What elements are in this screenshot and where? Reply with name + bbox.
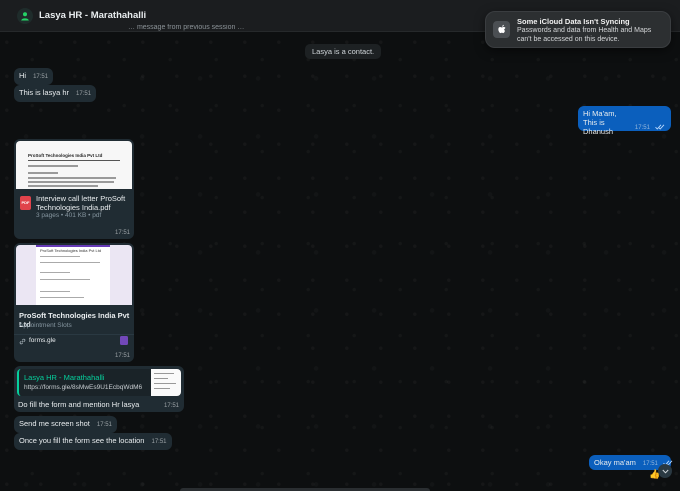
google-forms-icon bbox=[120, 336, 128, 345]
quoted-url: https://forms.gle/8sMwEs9U1EcbqWdM6 bbox=[24, 384, 143, 391]
message-outgoing-greeting[interactable]: Hi Ma'am, This is Dhanush 17:51 bbox=[578, 106, 671, 136]
form-sheet bbox=[36, 245, 110, 305]
pdf-preview-rule bbox=[28, 160, 120, 161]
form-preview-line bbox=[40, 272, 70, 274]
apple-icon bbox=[493, 21, 510, 38]
scroll-to-bottom-button[interactable] bbox=[658, 464, 672, 478]
icloud-notification[interactable]: Some iCloud Data Isn't Syncing Passwords… bbox=[485, 11, 671, 48]
thumbnail-line bbox=[154, 388, 170, 389]
previous-message-fragment: … message from previous session … bbox=[128, 24, 245, 31]
chevron-down-icon bbox=[661, 469, 669, 474]
message-time: 17:51 bbox=[33, 74, 49, 80]
pdf-preview-line bbox=[28, 185, 98, 187]
form-preview-line bbox=[40, 297, 84, 299]
message-pdf-document[interactable]: ProSoft Technologies India Pvt Ltd PDF I… bbox=[14, 139, 134, 239]
message-text: Send me screen shot bbox=[19, 419, 90, 428]
thumbnail-line bbox=[154, 373, 174, 374]
system-message: Lasya is a contact. bbox=[305, 44, 382, 59]
thumbnail-line bbox=[154, 383, 176, 384]
message-incoming-intro[interactable]: This is lasya hr 17:51 bbox=[14, 85, 97, 102]
chat-title[interactable]: Lasya HR - Marathahalli bbox=[39, 10, 146, 21]
pdf-preview-heading: ProSoft Technologies India Pvt Ltd bbox=[28, 153, 103, 158]
contact-avatar[interactable] bbox=[17, 8, 33, 24]
pdf-preview-thumbnail[interactable]: ProSoft Technologies India Pvt Ltd bbox=[16, 141, 132, 189]
message-time: 17:51 bbox=[163, 403, 179, 409]
message-time: 17:51 bbox=[76, 91, 92, 97]
message-text: This is lasya hr bbox=[19, 88, 70, 97]
pdf-meta: 3 pages • 401 KB • pdf bbox=[36, 212, 102, 219]
form-top-band bbox=[36, 245, 110, 247]
link-icon bbox=[19, 338, 26, 345]
form-preview-title: ProSoft Technologies India Pvt Ltd bbox=[40, 248, 102, 253]
message-incoming-hi[interactable]: Hi 17:51 bbox=[14, 68, 54, 85]
message-text-line1: Hi Ma'am, bbox=[583, 109, 617, 118]
double-check-icon bbox=[655, 124, 665, 130]
message-incoming-location[interactable]: Once you fill the form see the location 1… bbox=[14, 433, 172, 450]
pdf-preview-line bbox=[28, 165, 78, 167]
message-text: Do fill the form and mention Hr lasya bbox=[18, 400, 140, 409]
quoted-message[interactable]: Lasya HR - Marathahalli https://forms.gl… bbox=[17, 369, 181, 396]
notification-title: Some iCloud Data Isn't Syncing bbox=[517, 17, 630, 26]
message-time: 17:51 bbox=[114, 230, 130, 236]
form-preview-line bbox=[40, 279, 90, 281]
link-divider bbox=[14, 334, 134, 335]
message-incoming-screenshot-request[interactable]: Send me screen shot 17:51 bbox=[14, 416, 117, 433]
message-quoted-reply[interactable]: Lasya HR - Marathahalli https://forms.gl… bbox=[14, 366, 184, 412]
person-icon bbox=[21, 12, 29, 21]
whatsapp-window: Lasya HR - Marathahalli … message from p… bbox=[0, 0, 680, 491]
message-text: Hi bbox=[19, 71, 27, 80]
form-preview-line bbox=[40, 256, 80, 258]
form-preview-line bbox=[40, 262, 100, 264]
pdf-preview-line bbox=[28, 172, 58, 174]
quoted-author: Lasya HR - Marathahalli bbox=[24, 373, 105, 382]
message-text-line2: This is Dhanush bbox=[583, 118, 614, 136]
pdf-preview-line bbox=[28, 181, 114, 183]
quoted-thumbnail bbox=[151, 369, 181, 396]
link-subtitle: Appointment Slots bbox=[19, 322, 72, 329]
notification-body: Passwords and data from Health and Maps … bbox=[517, 27, 652, 43]
message-text: Okay ma'am bbox=[594, 458, 636, 467]
link-preview-image[interactable]: ProSoft Technologies India Pvt Ltd bbox=[16, 245, 132, 305]
form-preview-line bbox=[40, 291, 70, 293]
pdf-filename[interactable]: Interview call letter ProSoft Technologi… bbox=[36, 194, 132, 212]
message-time: 17:51 bbox=[96, 422, 112, 428]
thumbnail-line bbox=[154, 378, 168, 379]
link-domain[interactable]: forms.gle bbox=[29, 337, 56, 344]
message-time: 17:51 bbox=[151, 439, 167, 445]
message-time: 17:51 bbox=[634, 124, 650, 131]
pdf-preview-line bbox=[28, 177, 116, 179]
message-text: Once you fill the form see the location bbox=[19, 436, 145, 445]
message-link-preview[interactable]: ProSoft Technologies India Pvt Ltd ProSo… bbox=[14, 243, 134, 362]
message-time: 17:51 bbox=[114, 353, 130, 359]
pdf-file-icon: PDF bbox=[20, 196, 31, 210]
